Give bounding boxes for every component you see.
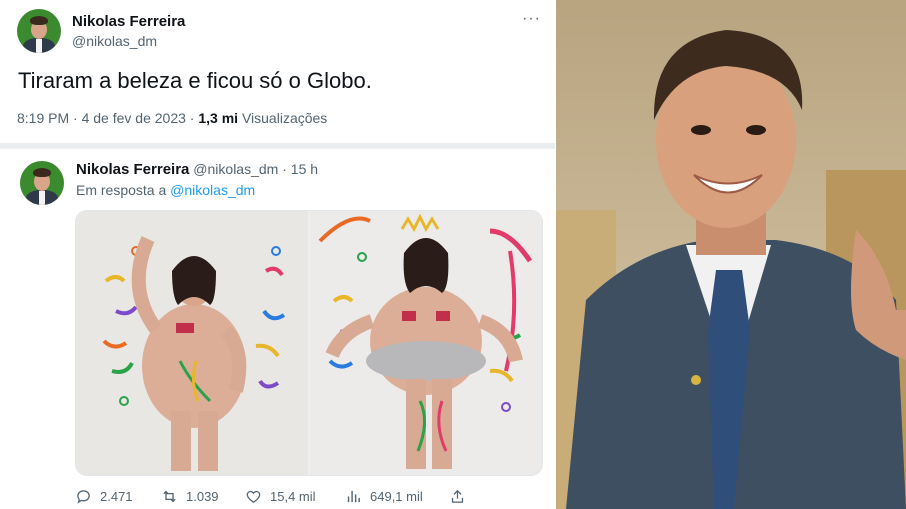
tweet-text: Tiraram a beleza e ficou só o Globo. bbox=[18, 68, 372, 93]
tweet-panel: Nikolas Ferreira @nikolas_dm ··· Tiraram… bbox=[0, 0, 556, 509]
tweet-media[interactable] bbox=[75, 210, 543, 476]
reply-age[interactable]: 15 h bbox=[291, 161, 318, 177]
reply-icon bbox=[77, 489, 90, 504]
reply-count: 2.471 bbox=[100, 488, 133, 504]
views-label: Visualizações bbox=[241, 110, 328, 126]
divider bbox=[0, 143, 556, 149]
photo-2-illustration bbox=[310, 211, 542, 475]
tweet-date[interactable]: 4 de fev de 2023 bbox=[82, 110, 186, 126]
like-count: 15,4 mil bbox=[270, 488, 316, 504]
views-count: 1,3 mi bbox=[198, 110, 239, 126]
reply-prefix: Em resposta a bbox=[76, 182, 167, 198]
more-dots-icon[interactable]: ··· bbox=[522, 10, 541, 28]
author-name[interactable]: Nikolas Ferreira bbox=[72, 13, 185, 30]
share-button[interactable] bbox=[449, 487, 466, 505]
tweet-meta: 8:19 PM · 4 de fev de 2023 · 1,3 mi Visu… bbox=[17, 110, 328, 126]
reply-author-handle[interactable]: @nikolas_dm bbox=[193, 161, 278, 177]
retweet-button[interactable]: 1.039 bbox=[161, 487, 219, 505]
media-photo-1[interactable] bbox=[76, 211, 308, 475]
portrait-illustration bbox=[556, 0, 906, 509]
reply-button[interactable]: 2.471 bbox=[75, 487, 133, 505]
views-button[interactable]: 649,1 mil bbox=[345, 487, 423, 505]
action-bar: 2.471 1.039 15,4 mil 649,1 mil bbox=[75, 487, 495, 505]
views-count-action: 649,1 mil bbox=[370, 488, 423, 504]
tweet-time[interactable]: 8:19 PM bbox=[17, 110, 69, 126]
media-photo-2[interactable] bbox=[310, 211, 542, 475]
heart-icon bbox=[246, 490, 261, 503]
reply-to: Em resposta a @nikolas_dm bbox=[76, 182, 255, 198]
retweet-count: 1.039 bbox=[186, 488, 219, 504]
portrait-photo bbox=[556, 0, 906, 509]
author-avatar[interactable] bbox=[17, 9, 61, 53]
views-icon bbox=[347, 490, 360, 502]
retweet-icon bbox=[163, 490, 176, 502]
reply-header: Nikolas Ferreira @nikolas_dm · 15 h bbox=[76, 161, 319, 178]
like-button[interactable]: 15,4 mil bbox=[245, 487, 316, 505]
share-icon bbox=[451, 489, 464, 503]
author-handle[interactable]: @nikolas_dm bbox=[72, 33, 157, 49]
reply-author-avatar[interactable] bbox=[20, 161, 64, 205]
reply-handle-link[interactable]: @nikolas_dm bbox=[170, 182, 255, 198]
photo-1-illustration bbox=[76, 211, 308, 475]
reply-author-name[interactable]: Nikolas Ferreira bbox=[76, 161, 189, 178]
